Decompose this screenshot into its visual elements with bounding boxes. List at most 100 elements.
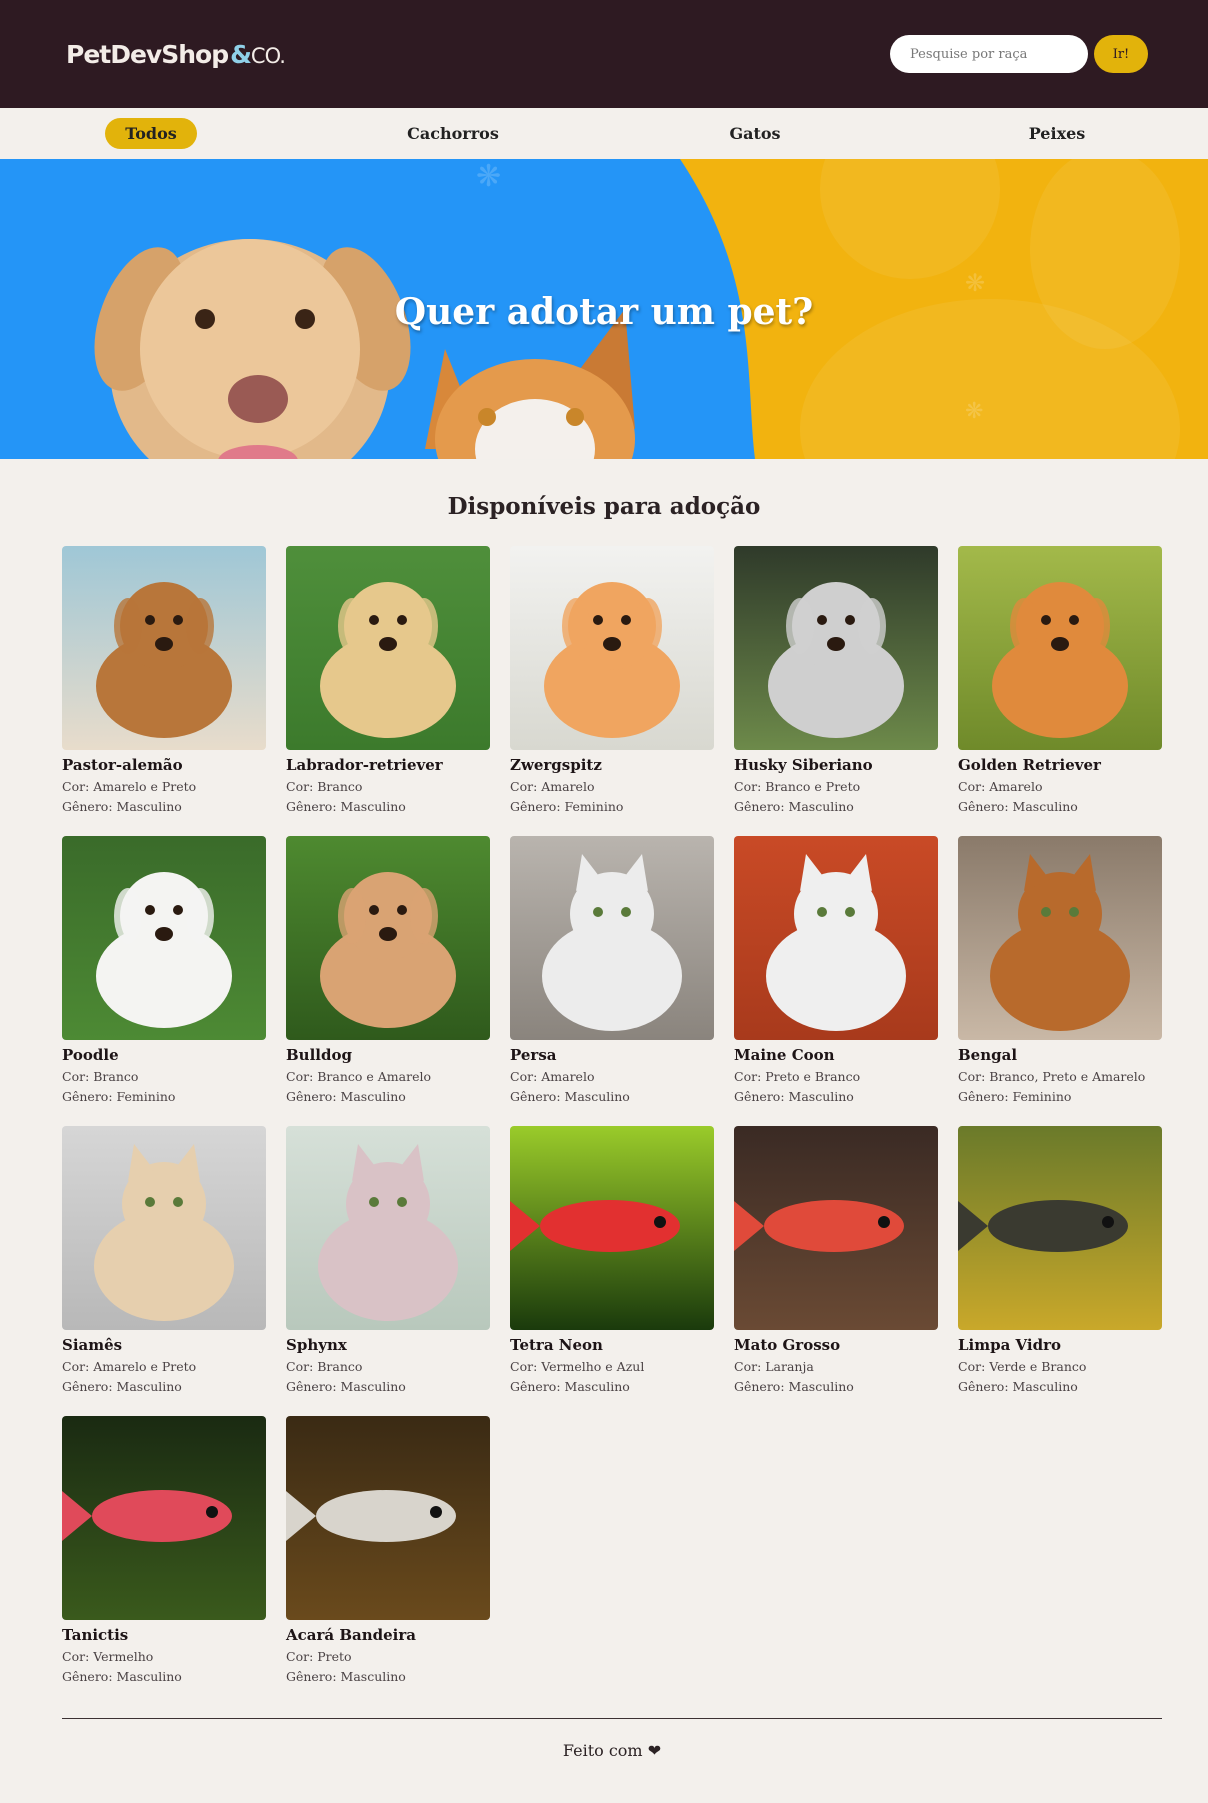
pet-color: Cor: Verde e Branco	[958, 1359, 1162, 1374]
search-button[interactable]: Ir!	[1094, 35, 1148, 73]
pet-gender-label: Gênero:	[510, 1089, 565, 1104]
pet-gender-value: Masculino	[340, 1379, 406, 1394]
pet-gender-value: Masculino	[116, 799, 182, 814]
pet-gender: Gênero: Masculino	[286, 1379, 490, 1394]
pet-name: Sphynx	[286, 1336, 347, 1354]
pet-name: Tetra Neon	[510, 1336, 603, 1354]
pet-gender: Gênero: Masculino	[958, 1379, 1162, 1394]
cat-photo[interactable]	[958, 836, 1162, 1040]
pet-color: Cor: Preto e Branco	[734, 1069, 938, 1084]
pet-name: Siamês	[62, 1336, 123, 1354]
nav-item-cachorros[interactable]: Cachorros	[302, 118, 604, 149]
pet-color-label: Cor:	[510, 1069, 542, 1084]
pet-color-label: Cor:	[62, 1069, 94, 1084]
pet-color-label: Cor:	[510, 779, 542, 794]
cat-photo[interactable]	[286, 1126, 490, 1330]
pet-gender-value: Masculino	[564, 1379, 630, 1394]
dog-photo[interactable]	[62, 546, 266, 750]
nav-item-gatos[interactable]: Gatos	[604, 118, 906, 149]
fish-photo[interactable]	[62, 1416, 266, 1620]
nav-label: Cachorros	[407, 124, 499, 143]
pet-color-label: Cor:	[62, 1649, 94, 1664]
pet-card[interactable]: Persa Cor: Amarelo Gênero: Masculino	[510, 836, 714, 1104]
dog-photo[interactable]	[734, 546, 938, 750]
pet-card[interactable]: Limpa Vidro Cor: Verde e Branco Gênero: Ma…	[958, 1126, 1162, 1394]
pet-card[interactable]: Bulldog Cor: Branco e Amarelo Gênero: Masc…	[286, 836, 490, 1104]
nav-item-peixes[interactable]: Peixes	[906, 118, 1208, 149]
pet-gender-value: Masculino	[340, 799, 406, 814]
search-input[interactable]	[890, 35, 1088, 73]
pet-gender: Gênero: Masculino	[62, 799, 266, 814]
fish-photo[interactable]	[510, 1126, 714, 1330]
nav-item-todos[interactable]: Todos	[0, 118, 302, 149]
pet-name: Poodle	[62, 1046, 119, 1064]
fish-photo[interactable]	[734, 1126, 938, 1330]
pet-color-label: Cor:	[958, 779, 990, 794]
pet-color-value: Amarelo e Preto	[93, 1359, 197, 1374]
paw-icon: ❋	[965, 399, 984, 424]
pet-gender: Gênero: Masculino	[510, 1379, 714, 1394]
pet-card[interactable]: Husky Siberiano Cor: Branco e Preto Gênero…	[734, 546, 938, 814]
pet-card[interactable]: Sphynx Cor: Branco Gênero: Masculino	[286, 1126, 490, 1394]
pet-name: Bengal	[958, 1046, 1018, 1064]
pet-gender-value: Masculino	[788, 1379, 854, 1394]
pet-gender-value: Masculino	[340, 1669, 406, 1684]
pet-name: Limpa Vidro	[958, 1336, 1062, 1354]
pet-card[interactable]: Bengal Cor: Branco, Preto e Amarelo Gênero…	[958, 836, 1162, 1104]
site-footer: Feito com ❤	[62, 1718, 1162, 1760]
pet-color-value: Branco	[93, 1069, 139, 1084]
pet-gender-label: Gênero:	[734, 1379, 789, 1394]
pet-gender: Gênero: Masculino	[958, 799, 1162, 814]
fish-photo[interactable]	[286, 1416, 490, 1620]
logo[interactable]: PetDevShop & CO.	[66, 39, 286, 69]
dog-photo[interactable]	[510, 546, 714, 750]
pet-card[interactable]: Tetra Neon Cor: Vermelho e Azul Gênero: Ma…	[510, 1126, 714, 1394]
pet-color-value: Branco, Preto e Amarelo	[989, 1069, 1146, 1084]
pet-gender: Gênero: Feminino	[958, 1089, 1162, 1104]
pet-card[interactable]: Pastor-alemão Cor: Amarelo e Preto Gênero:…	[62, 546, 266, 814]
pet-gender-label: Gênero:	[734, 1089, 789, 1104]
pet-color-value: Amarelo	[541, 1069, 595, 1084]
pet-color-label: Cor:	[286, 1069, 318, 1084]
dog-photo[interactable]	[62, 836, 266, 1040]
pet-card[interactable]: Siamês Cor: Amarelo e Preto Gênero: Mascul…	[62, 1126, 266, 1394]
pet-card[interactable]: Zwergspitz Cor: Amarelo Gênero: Feminino	[510, 546, 714, 814]
logo-main: PetDevShop	[66, 39, 229, 69]
pet-color-value: Branco	[317, 1359, 363, 1374]
section-title: Disponíveis para adoção	[447, 493, 761, 520]
category-nav: Todos Cachorros Gatos Peixes	[0, 108, 1208, 159]
pet-gender-value: Feminino	[564, 799, 624, 814]
pet-card[interactable]: Acará Bandeira Cor: Preto Gênero: Masculin…	[286, 1416, 490, 1684]
pet-card[interactable]: Maine Coon Cor: Preto e Branco Gênero: Mas…	[734, 836, 938, 1104]
pet-gender-value: Masculino	[116, 1669, 182, 1684]
pet-color: Cor: Branco, Preto e Amarelo	[958, 1069, 1162, 1084]
cat-photo[interactable]	[510, 836, 714, 1040]
pet-gender-label: Gênero:	[286, 799, 341, 814]
pet-name: Mato Grosso	[734, 1336, 841, 1354]
pet-card[interactable]: Golden Retriever Cor: Amarelo Gênero: Masc…	[958, 546, 1162, 814]
pet-color-value: Vermelho	[93, 1649, 154, 1664]
pet-gender-value: Masculino	[788, 1089, 854, 1104]
pet-gender: Gênero: Masculino	[734, 1089, 938, 1104]
pet-gender-label: Gênero:	[286, 1669, 341, 1684]
pet-gender-label: Gênero:	[286, 1089, 341, 1104]
cat-photo[interactable]	[62, 1126, 266, 1330]
dog-photo[interactable]	[286, 546, 490, 750]
pet-color-value: Amarelo	[989, 779, 1043, 794]
pet-color-value: Preto e Branco	[765, 1069, 861, 1084]
dog-photo[interactable]	[958, 546, 1162, 750]
pet-color-label: Cor:	[734, 1069, 766, 1084]
pet-gender-label: Gênero:	[958, 799, 1013, 814]
pet-card[interactable]: Labrador-retriever Cor: Branco Gênero: Mas…	[286, 546, 490, 814]
pet-card[interactable]: Poodle Cor: Branco Gênero: Feminino	[62, 836, 266, 1104]
fish-photo[interactable]	[958, 1126, 1162, 1330]
pet-gender-label: Gênero:	[510, 799, 565, 814]
cat-photo[interactable]	[734, 836, 938, 1040]
pet-name: Tanictis	[62, 1626, 129, 1644]
pet-gender: Gênero: Masculino	[286, 1669, 490, 1684]
pet-name: Pastor-alemão	[62, 756, 183, 774]
dog-photo[interactable]	[286, 836, 490, 1040]
pet-card[interactable]: Mato Grosso Cor: Laranja Gênero: Masculino	[734, 1126, 938, 1394]
pet-card[interactable]: Tanictis Cor: Vermelho Gênero: Masculino	[62, 1416, 266, 1684]
pet-gender: Gênero: Masculino	[286, 799, 490, 814]
